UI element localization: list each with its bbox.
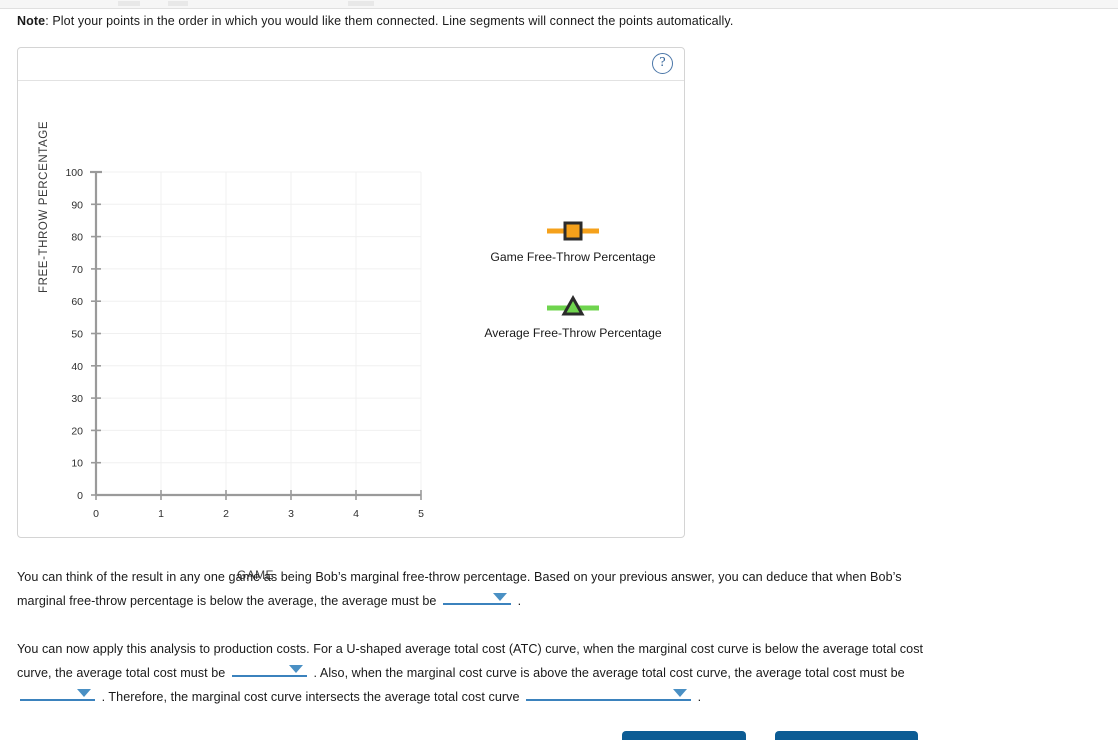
top-ghost-item-3 bbox=[348, 1, 374, 6]
chevron-down-icon bbox=[77, 689, 91, 697]
y-axis-label: FREE-THROW PERCENTAGE bbox=[38, 120, 50, 293]
svg-text:40: 40 bbox=[71, 361, 83, 373]
secondary-action-button[interactable] bbox=[775, 731, 918, 740]
svg-text:60: 60 bbox=[71, 296, 83, 308]
note-text: : Plot your points in the order in which… bbox=[45, 14, 734, 28]
primary-action-button[interactable] bbox=[622, 731, 746, 740]
svg-text:20: 20 bbox=[71, 425, 83, 437]
legend-label-average: Average Free-Throw Percentage bbox=[484, 326, 662, 340]
top-ghost-item-2 bbox=[168, 1, 188, 6]
dropdown-atc-below[interactable] bbox=[231, 662, 307, 677]
legend-label-game: Game Free-Throw Percentage bbox=[490, 250, 656, 264]
y-tick-labels: 0 10 20 30 40 50 60 70 80 90 100 bbox=[65, 167, 83, 502]
paragraph2-text-2: . Also, when the marginal cost curve is … bbox=[313, 666, 905, 680]
dropdown-intersection-point[interactable] bbox=[526, 686, 692, 701]
x-tick-labels: 0 1 2 3 4 5 bbox=[93, 508, 424, 520]
paragraph-atc-analysis: You can now apply this analysis to produ… bbox=[17, 637, 952, 709]
top-ghost-item-1 bbox=[118, 1, 140, 6]
svg-text:3: 3 bbox=[288, 508, 294, 520]
chevron-down-icon bbox=[493, 593, 507, 601]
top-partial-bar bbox=[0, 0, 1118, 9]
dropdown-atc-above[interactable] bbox=[20, 686, 95, 701]
svg-text:80: 80 bbox=[71, 232, 83, 244]
paragraph2-text-3: . Therefore, the marginal cost curve int… bbox=[101, 690, 520, 704]
svg-text:2: 2 bbox=[223, 508, 229, 520]
svg-text:0: 0 bbox=[93, 508, 99, 520]
legend-item-average[interactable]: Average Free-Throw Percentage bbox=[458, 292, 688, 340]
legend-marker-triangle bbox=[458, 292, 688, 322]
svg-text:5: 5 bbox=[418, 508, 424, 520]
plot-area[interactable]: FREE-THROW PERCENTAGE GAME 0 10 20 30 40 50 60… bbox=[18, 81, 684, 582]
graph-panel: ? FREE-THROW PERCENTAGE GAME 0 10 20 30 40 50… bbox=[17, 47, 685, 582]
svg-text:50: 50 bbox=[71, 329, 83, 341]
chevron-down-icon bbox=[673, 689, 688, 697]
svg-text:1: 1 bbox=[158, 508, 164, 520]
svg-text:100: 100 bbox=[65, 167, 83, 179]
paragraph2-text-4: . bbox=[697, 690, 702, 704]
svg-text:10: 10 bbox=[71, 458, 83, 470]
graph-toolbar: ? bbox=[18, 48, 684, 81]
note-label: Note bbox=[17, 14, 46, 28]
legend-marker-square bbox=[458, 216, 688, 246]
dropdown-average-direction[interactable] bbox=[443, 590, 511, 605]
help-icon[interactable]: ? bbox=[652, 53, 673, 74]
paragraph-marginal-average: You can think of the result in any one g… bbox=[17, 565, 952, 613]
chart-legend: Game Free-Throw Percentage Average Free-… bbox=[458, 216, 688, 368]
paragraph1-text-2: . bbox=[517, 594, 522, 608]
svg-text:4: 4 bbox=[353, 508, 359, 520]
svg-text:70: 70 bbox=[71, 264, 83, 276]
svg-text:30: 30 bbox=[71, 393, 83, 405]
note-line: Note: Plot your points in the order in w… bbox=[17, 14, 733, 28]
svg-text:90: 90 bbox=[71, 199, 83, 211]
y-gridlines bbox=[96, 171, 421, 464]
svg-text:0: 0 bbox=[77, 490, 83, 502]
legend-item-game[interactable]: Game Free-Throw Percentage bbox=[458, 216, 688, 264]
chevron-down-icon bbox=[288, 665, 303, 673]
